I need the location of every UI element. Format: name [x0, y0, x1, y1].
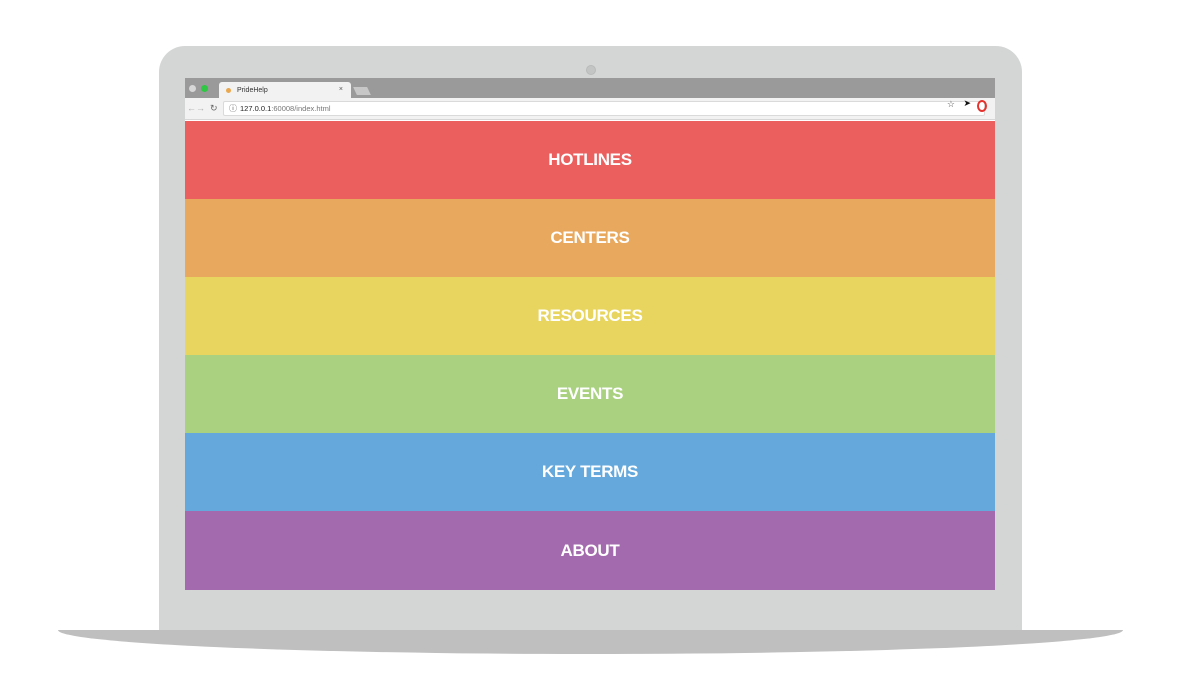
laptop-base: [58, 630, 1123, 654]
address-bar[interactable]: ⓘ 127.0.0.1 :60008/index.html: [223, 101, 985, 116]
browser-toolbar: ← → ↻ ⓘ 127.0.0.1 :60008/index.html ☆ ➤: [185, 98, 995, 120]
browser-tab[interactable]: PrideHelp ×: [219, 82, 351, 98]
url-host: 127.0.0.1: [240, 104, 272, 113]
url-path: :60008/index.html: [271, 104, 331, 113]
favicon-icon: [226, 87, 231, 93]
star-icon[interactable]: ☆: [947, 99, 955, 110]
new-tab-button[interactable]: [353, 87, 371, 95]
main-menu: HOTLINES CENTERS RESOURCES EVENTS KEY TE…: [185, 121, 995, 590]
menu-item-centers[interactable]: CENTERS: [185, 199, 995, 277]
menu-item-events[interactable]: EVENTS: [185, 355, 995, 433]
laptop-screen: PrideHelp × ← → ↻ ⓘ 127.0.0.1 :60008/ind…: [185, 78, 995, 590]
menu-item-key-terms[interactable]: KEY TERMS: [185, 433, 995, 511]
window-zoom-dot[interactable]: [201, 85, 208, 92]
browser-tabstrip: PrideHelp ×: [185, 78, 995, 98]
cursor-extension-icon[interactable]: ➤: [963, 98, 971, 109]
opera-icon[interactable]: [977, 100, 987, 112]
back-arrow-icon[interactable]: ←: [187, 103, 196, 113]
window-close-dot[interactable]: [189, 85, 196, 92]
laptop-camera: [586, 65, 596, 75]
menu-item-hotlines[interactable]: HOTLINES: [185, 121, 995, 199]
menu-item-about[interactable]: ABOUT: [185, 511, 995, 590]
forward-arrow-icon[interactable]: →: [196, 103, 205, 113]
info-icon[interactable]: ⓘ: [229, 103, 237, 114]
menu-item-resources[interactable]: RESOURCES: [185, 277, 995, 355]
tab-close-icon[interactable]: ×: [339, 86, 343, 93]
reload-icon[interactable]: ↻: [210, 103, 218, 114]
tab-title: PrideHelp: [237, 86, 268, 94]
